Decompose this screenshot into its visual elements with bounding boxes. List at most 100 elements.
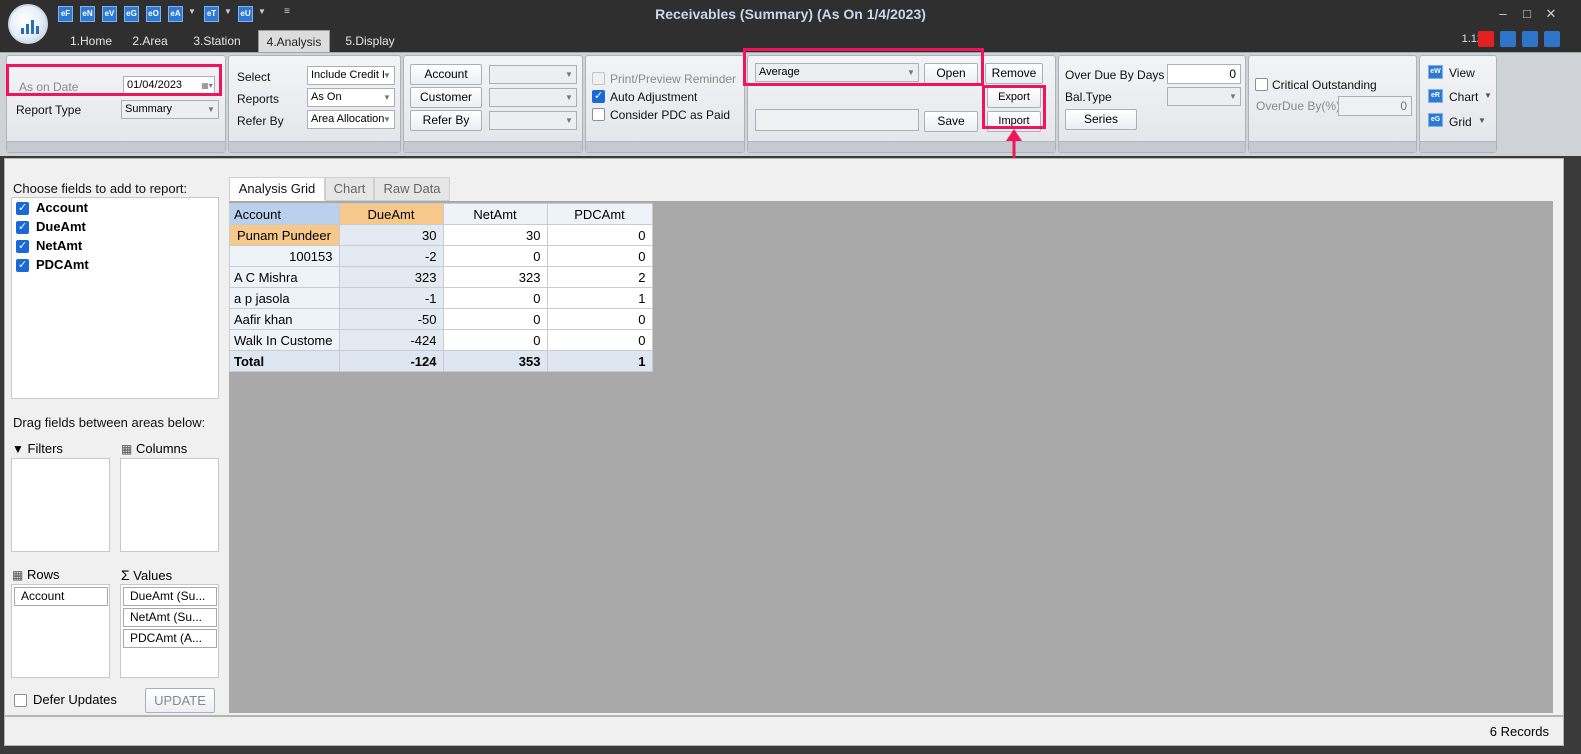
chart-label[interactable]: Chart <box>1449 90 1478 104</box>
chevron-down-icon[interactable]: ▼ <box>380 67 394 84</box>
total-netamt[interactable]: 353 <box>442 350 548 372</box>
rows-drop-area[interactable]: Account <box>11 584 110 678</box>
cell-netamt[interactable]: 0 <box>442 329 548 351</box>
cell-pdcamt[interactable]: 0 <box>546 329 653 351</box>
filters-drop-area[interactable] <box>11 458 110 552</box>
save-button[interactable]: Save <box>924 111 978 132</box>
over-due-by-days-input[interactable]: 0 <box>1167 64 1241 84</box>
column-header-netamt[interactable]: NetAmt <box>442 203 548 225</box>
cell-netamt[interactable]: 30 <box>442 224 548 246</box>
tab-area[interactable]: 2.Area <box>124 30 176 52</box>
cell-dueamt[interactable]: -2 <box>338 245 444 267</box>
view-label[interactable]: View <box>1449 66 1475 80</box>
minimize-icon[interactable]: – <box>1494 6 1512 21</box>
grid-icon[interactable]: eG <box>1428 113 1443 127</box>
tab-analysis[interactable]: 4.Analysis <box>258 30 330 52</box>
chevron-down-icon[interactable]: ▼ <box>904 64 918 81</box>
cell-pdcamt[interactable]: 2 <box>546 266 653 288</box>
cell-netamt[interactable]: 323 <box>442 266 548 288</box>
tab-chart[interactable]: Chart <box>325 177 374 201</box>
report-type-select[interactable]: Summary ▼ <box>121 100 219 119</box>
row-header[interactable]: Walk In Custome <box>229 329 340 351</box>
table-row[interactable]: Walk In Custome -424 0 0 <box>229 329 653 351</box>
app-logo-icon[interactable] <box>8 4 48 44</box>
tab-station[interactable]: 3.Station <box>182 30 252 52</box>
values-chip-pdcamt[interactable]: PDCAmt (A... <box>123 629 217 648</box>
reports-combo[interactable]: As On ▼ <box>307 88 395 107</box>
chart-icon[interactable]: eR <box>1428 89 1443 103</box>
chevron-down-icon[interactable]: ▼ <box>204 101 218 118</box>
youtube-icon[interactable] <box>1478 31 1494 47</box>
info-icon[interactable] <box>1544 31 1560 47</box>
auto-adjustment-checkbox[interactable] <box>592 89 605 103</box>
account-button[interactable]: Account <box>410 64 482 85</box>
notes-icon[interactable] <box>1522 31 1538 47</box>
row-header[interactable]: Punam Pundeer <box>229 224 340 246</box>
series-button[interactable]: Series <box>1065 109 1137 130</box>
calendar-icon[interactable]: ▦▾ <box>200 77 214 94</box>
total-label[interactable]: Total <box>229 350 340 372</box>
customer-filter-combo[interactable]: ▼ <box>489 88 577 107</box>
row-header[interactable]: Aafir khan <box>229 308 340 330</box>
chevron-down-icon[interactable]: ▼ <box>562 112 576 129</box>
chevron-down-icon[interactable]: ▼ <box>1226 88 1240 105</box>
tab-home[interactable]: 1.Home <box>58 30 124 52</box>
chevron-down-icon[interactable]: ▼ <box>380 111 394 128</box>
refer-by-button[interactable]: Refer By <box>410 110 482 131</box>
chevron-down-icon[interactable]: ▼ <box>1484 91 1492 100</box>
values-drop-area[interactable]: DueAmt (Su... NetAmt (Su... PDCAmt (A... <box>120 584 219 678</box>
refer-by-filter-combo[interactable]: ▼ <box>489 111 577 130</box>
chevron-down-icon[interactable]: ▼ <box>562 66 576 83</box>
cell-dueamt[interactable]: -424 <box>338 329 444 351</box>
table-row[interactable]: Aafir khan -50 0 0 <box>229 308 653 330</box>
field-checkbox[interactable] <box>16 201 29 215</box>
cell-pdcamt[interactable]: 0 <box>546 245 653 267</box>
layout-select[interactable]: Average ▼ <box>755 63 919 82</box>
overdue-by-pct-input[interactable]: 0 <box>1338 96 1412 116</box>
remove-button[interactable]: Remove <box>985 63 1043 84</box>
cell-dueamt[interactable]: -50 <box>338 308 444 330</box>
table-row[interactable]: A C Mishra 323 323 2 <box>229 266 653 288</box>
open-button[interactable]: Open <box>924 63 978 84</box>
select-combo[interactable]: Include Credit I ▼ <box>307 66 395 85</box>
defer-updates[interactable]: Defer Updates <box>14 692 134 710</box>
bal-type-select[interactable]: ▼ <box>1167 87 1241 106</box>
customer-button[interactable]: Customer <box>410 87 482 108</box>
cell-netamt[interactable]: 0 <box>442 308 548 330</box>
as-on-date-picker[interactable]: 01/04/2023 ▦▾ <box>123 76 215 95</box>
total-row[interactable]: Total -124 353 1 <box>229 350 653 372</box>
chevron-down-icon[interactable]: ▼ <box>562 89 576 106</box>
table-row[interactable]: 100153 -2 0 0 <box>229 245 653 267</box>
tab-display[interactable]: 5.Display <box>336 30 404 52</box>
cell-pdcamt[interactable]: 0 <box>546 308 653 330</box>
cell-pdcamt[interactable]: 1 <box>546 287 653 309</box>
refer-by-combo[interactable]: Area Allocation ▼ <box>307 110 395 129</box>
row-header[interactable]: 100153 <box>229 245 340 267</box>
defer-updates-checkbox[interactable] <box>14 694 27 707</box>
grid-label[interactable]: Grid <box>1449 115 1472 129</box>
field-checkbox[interactable] <box>16 258 29 272</box>
total-pdcamt[interactable]: 1 <box>546 350 653 372</box>
export-button[interactable]: Export <box>987 87 1041 108</box>
help-icon[interactable] <box>1500 31 1516 47</box>
columns-drop-area[interactable] <box>120 458 219 552</box>
table-row[interactable]: Punam Pundeer 30 30 0 <box>229 224 653 246</box>
chevron-down-icon[interactable]: ▼ <box>1478 116 1486 125</box>
tab-analysis-grid[interactable]: Analysis Grid <box>229 177 325 201</box>
column-header-pdcamt[interactable]: PDCAmt <box>546 203 653 225</box>
total-dueamt[interactable]: -124 <box>338 350 444 372</box>
row-header[interactable]: A C Mishra <box>229 266 340 288</box>
values-chip-netamt[interactable]: NetAmt (Su... <box>123 608 217 627</box>
cell-netamt[interactable]: 0 <box>442 287 548 309</box>
cell-dueamt[interactable]: 323 <box>338 266 444 288</box>
close-icon[interactable]: ✕ <box>1542 6 1560 22</box>
print-preview-reminder-checkbox[interactable] <box>592 72 605 85</box>
maximize-icon[interactable]: □ <box>1518 6 1536 21</box>
view-icon[interactable]: eW <box>1428 65 1443 79</box>
cell-netamt[interactable]: 0 <box>442 245 548 267</box>
layout-name-input[interactable] <box>755 109 919 131</box>
critical-outstanding-checkbox[interactable] <box>1255 78 1268 91</box>
values-chip-dueamt[interactable]: DueAmt (Su... <box>123 587 217 606</box>
cell-pdcamt[interactable]: 0 <box>546 224 653 246</box>
account-filter-combo[interactable]: ▼ <box>489 65 577 84</box>
